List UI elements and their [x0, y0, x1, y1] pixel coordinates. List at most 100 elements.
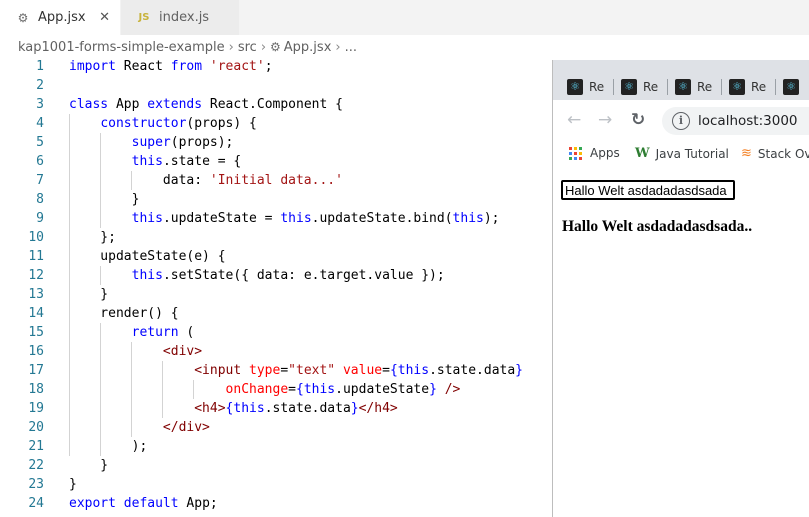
- code-line[interactable]: 9 this.updateState = this.updateState.bi…: [0, 209, 552, 228]
- breadcrumb-symbol[interactable]: ...: [345, 40, 357, 55]
- code-text: };: [69, 230, 116, 245]
- reload-icon[interactable]: ↻: [631, 111, 645, 129]
- line-number: 13: [28, 287, 44, 302]
- code-text: export default App;: [69, 496, 218, 511]
- tab-separator: [613, 79, 614, 95]
- code-line[interactable]: 7 data: 'Initial data...': [0, 171, 552, 190]
- code-line[interactable]: 22 }: [0, 456, 552, 475]
- breadcrumb-folder[interactable]: kap1001-forms-simple-example: [18, 40, 225, 55]
- code-line[interactable]: 5 super(props);: [0, 133, 552, 152]
- bookmark-label: Stack Ov: [757, 146, 809, 161]
- line-number: 6: [36, 154, 44, 169]
- close-tab-icon[interactable]: ✕: [99, 10, 110, 25]
- code-line[interactable]: 14 render() {: [0, 304, 552, 323]
- code-line[interactable]: 10 };: [0, 228, 552, 247]
- browser-window: ⚛ Re ⚛ Re ⚛ Re ⚛ Re ⚛ ← → ↻ i localhost:3000 App…: [552, 60, 809, 517]
- code-line[interactable]: 11 updateState(e) {: [0, 247, 552, 266]
- line-number: 18: [28, 382, 44, 397]
- browser-tab-label: Re: [751, 80, 767, 94]
- line-number: 9: [36, 211, 44, 226]
- code-line[interactable]: 12 this.setState({ data: e.target.value …: [0, 266, 552, 285]
- code-text: this.setState({ data: e.target.value });: [131, 268, 445, 283]
- code-line[interactable]: 20 </div>: [0, 418, 552, 437]
- apps-grid-icon: [569, 146, 582, 160]
- bookmarks-bar: Apps W Java Tutorial ≋ Stack Ov: [553, 140, 809, 173]
- code-line[interactable]: 16 <div>: [0, 342, 552, 361]
- back-arrow-icon[interactable]: ←: [567, 111, 581, 129]
- breadcrumb-src[interactable]: src: [238, 40, 257, 55]
- code-text: }: [69, 287, 109, 302]
- line-number: 10: [28, 230, 44, 245]
- code-line[interactable]: 24 export default App;: [0, 494, 552, 513]
- code-line[interactable]: 2: [0, 76, 552, 95]
- breadcrumb-file[interactable]: App.jsx: [284, 40, 332, 55]
- react-icon: ⚛: [621, 79, 637, 95]
- code-text: data: 'Initial data...': [69, 173, 343, 188]
- browser-tab[interactable]: ⚛ Re: [729, 75, 766, 99]
- code-line[interactable]: 21 );: [0, 437, 552, 456]
- line-number: 23: [28, 477, 44, 492]
- tab-index-js[interactable]: JS index.js: [121, 0, 239, 35]
- line-number: 1: [36, 59, 44, 74]
- indent-guide: [131, 171, 132, 190]
- code-line[interactable]: 17 <input type="text" value={this.state.…: [0, 361, 552, 380]
- bookmark-java-tutorial[interactable]: W Java Tutorial: [635, 146, 729, 161]
- line-number: 15: [28, 325, 44, 340]
- line-number: 3: [36, 97, 44, 112]
- address-bar[interactable]: i localhost:3000: [662, 107, 809, 135]
- code-text: }: [69, 192, 140, 207]
- browser-tab[interactable]: ⚛ Re: [675, 75, 712, 99]
- browser-tab-label: Re: [589, 80, 605, 94]
- tab-app-jsx[interactable]: ⚙ App.jsx ✕: [0, 0, 120, 35]
- code-editor[interactable]: 1 import React from 'react'; 2 3 class App e…: [0, 57, 552, 517]
- code-text: this.state = {: [131, 154, 242, 169]
- w3schools-icon: W: [635, 146, 650, 161]
- code-line[interactable]: 19 <h4>{this.state.data}</h4>: [0, 399, 552, 418]
- tab-separator: [775, 79, 776, 95]
- tab-label: App.jsx: [38, 10, 86, 25]
- browser-tab[interactable]: ⚛: [783, 75, 805, 99]
- indent-guide: [69, 114, 70, 456]
- data-text-input[interactable]: [561, 180, 735, 200]
- code-line[interactable]: 8 }: [0, 190, 552, 209]
- chevron-right-icon: ›: [260, 39, 267, 55]
- indent-guide: [100, 133, 101, 228]
- indent-guide: [100, 266, 101, 285]
- code-line[interactable]: 4 constructor(props) {: [0, 114, 552, 133]
- code-line[interactable]: 6 this.state = {: [0, 152, 552, 171]
- react-icon: ⚛: [675, 79, 691, 95]
- bookmark-apps[interactable]: Apps: [569, 146, 620, 160]
- tab-separator: [667, 79, 668, 95]
- forward-arrow-icon[interactable]: →: [598, 111, 612, 129]
- code-line[interactable]: 3 class App extends React.Component {: [0, 95, 552, 114]
- line-number: 24: [28, 496, 44, 511]
- code-line[interactable]: 18 onChange={this.updateState} />: [0, 380, 552, 399]
- line-number: 4: [36, 116, 44, 131]
- code-text: <input type="text" value={this.state.dat…: [194, 363, 523, 378]
- code-line[interactable]: 23}: [0, 475, 552, 494]
- url-text: localhost:3000: [698, 113, 798, 129]
- code-text: render() {: [69, 306, 179, 321]
- line-number: 22: [28, 458, 44, 473]
- bookmark-label: Java Tutorial: [655, 146, 729, 161]
- code-text: import React from 'react';: [69, 59, 273, 74]
- bookmark-stack-overflow[interactable]: ≋ Stack Ov: [741, 146, 809, 161]
- code-text: class App extends React.Component {: [69, 97, 343, 112]
- indent-guide: [162, 361, 163, 418]
- code-line[interactable]: 1 import React from 'react';: [0, 57, 552, 76]
- settings-file-icon: ⚙: [17, 10, 29, 25]
- code-line[interactable]: 13 }: [0, 285, 552, 304]
- tab-separator: [721, 79, 722, 95]
- code-text: </div>: [162, 420, 210, 435]
- indent-guide: [193, 380, 194, 399]
- browser-tab[interactable]: ⚛ Re: [621, 75, 658, 99]
- code-text: <div>: [162, 344, 203, 359]
- line-number: 12: [28, 268, 44, 283]
- browser-tab[interactable]: ⚛ Re: [567, 75, 604, 99]
- info-icon[interactable]: i: [672, 112, 690, 130]
- react-icon: ⚛: [783, 79, 799, 95]
- code-text: updateState(e) {: [69, 249, 226, 264]
- code-line[interactable]: 15 return (: [0, 323, 552, 342]
- code-text: );: [69, 439, 148, 454]
- line-number: 20: [28, 420, 44, 435]
